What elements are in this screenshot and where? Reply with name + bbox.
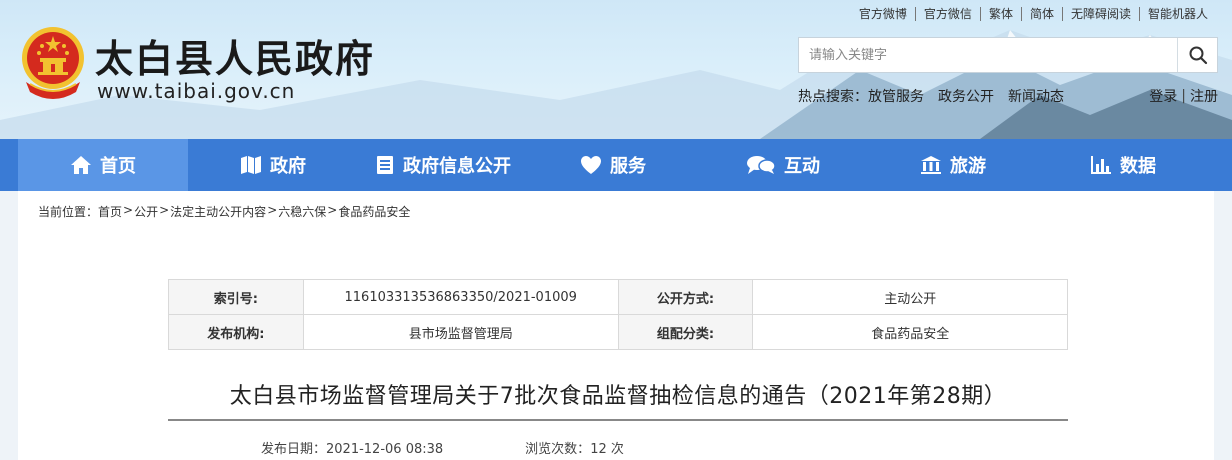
table-row: 发布机构: 县市场监督管理局 组配分类: 食品药品安全 xyxy=(168,314,1068,350)
hot-search-item[interactable]: 放管服务 xyxy=(868,86,924,106)
hot-search-item[interactable]: 新闻动态 xyxy=(1008,86,1064,106)
view-count: 浏览次数：12 次 xyxy=(525,438,624,457)
top-links: 官方微博 官方微信 繁体 简体 无障碍阅读 智能机器人 xyxy=(851,5,1216,22)
nav-item-service[interactable]: 服务 xyxy=(528,139,698,191)
chat-icon xyxy=(746,155,776,175)
breadcrumb: 当前位置： 首页 > 公开 > 法定主动公开内容 > 六稳六保 > 食品药品安全 xyxy=(38,203,410,220)
index-label: 索引号: xyxy=(168,279,304,315)
breadcrumb-arrow: > xyxy=(123,203,134,217)
publish-date: 发布日期：2021-12-06 08:38 xyxy=(261,438,443,457)
site-url: www.taibai.gov.cn xyxy=(97,79,296,103)
open-mode-label: 公开方式: xyxy=(617,279,754,315)
nav-item-interaction[interactable]: 互动 xyxy=(698,139,868,191)
nav-item-label: 服务 xyxy=(610,156,646,177)
hot-search: 热点搜索： 放管服务 政务公开 新闻动态 xyxy=(798,86,1078,106)
breadcrumb-arrow: > xyxy=(159,203,170,217)
article-info: 发布日期：2021-12-06 08:38 浏览次数：12 次 xyxy=(261,438,706,457)
nav-item-info-disclosure[interactable]: 政府信息公开 xyxy=(358,139,528,191)
map-icon xyxy=(240,155,262,175)
nav-item-label: 旅游 xyxy=(950,156,986,177)
category-label: 组配分类: xyxy=(617,314,754,350)
breadcrumb-item[interactable]: 食品药品安全 xyxy=(338,203,410,220)
national-emblem-icon xyxy=(22,27,84,99)
breadcrumb-item[interactable]: 六稳六保 xyxy=(278,203,326,220)
hot-search-label: 热点搜索： xyxy=(798,89,868,105)
site-header: 太白县人民政府 www.taibai.gov.cn 官方微博 官方微信 繁体 简… xyxy=(0,0,1232,139)
login-divider: | xyxy=(1181,88,1186,104)
home-icon xyxy=(70,155,92,175)
breadcrumb-prefix: 当前位置： xyxy=(38,205,99,219)
search-icon xyxy=(1189,46,1207,65)
main-content: 当前位置： 首页 > 公开 > 法定主动公开内容 > 六稳六保 > 食品药品安全… xyxy=(18,191,1214,460)
bar-chart-icon xyxy=(1090,155,1112,175)
nav-item-tourism[interactable]: 旅游 xyxy=(868,139,1038,191)
building-icon xyxy=(920,155,942,175)
nav-item-label: 互动 xyxy=(784,156,820,177)
heart-icon xyxy=(580,155,602,175)
breadcrumb-arrow: > xyxy=(327,203,338,217)
breadcrumb-item[interactable]: 公开 xyxy=(134,203,158,220)
top-link-traditional[interactable]: 繁体 xyxy=(981,5,1021,22)
publish-date-label: 发布日期： xyxy=(261,442,327,457)
open-mode-value: 主动公开 xyxy=(752,279,1068,315)
view-count-value: 12 次 xyxy=(590,442,624,457)
site-title: 太白县人民政府 xyxy=(95,36,376,81)
register-link[interactable]: 注册 xyxy=(1190,86,1218,106)
search-input[interactable] xyxy=(799,38,1177,72)
breadcrumb-item[interactable]: 首页 xyxy=(98,203,122,220)
top-link-weibo[interactable]: 官方微博 xyxy=(851,5,915,22)
table-row: 索引号: 116103313536863350/2021-01009 公开方式:… xyxy=(168,279,1068,315)
title-divider xyxy=(168,419,1068,421)
article-title: 太白县市场监督管理局关于7批次食品监督抽检信息的通告（2021年第28期） xyxy=(229,384,1007,409)
top-link-simplified[interactable]: 简体 xyxy=(1022,5,1062,22)
hot-search-item[interactable]: 政务公开 xyxy=(938,86,994,106)
top-link-robot[interactable]: 智能机器人 xyxy=(1140,5,1216,22)
nav-item-label: 首页 xyxy=(100,156,136,177)
publisher-value: 县市场监督管理局 xyxy=(302,314,619,350)
main-nav: 首页 政府 政府信息公开 服务 互动 旅游 数据 xyxy=(0,139,1232,191)
search-box xyxy=(798,37,1218,73)
nav-item-home[interactable]: 首页 xyxy=(18,139,188,191)
nav-item-label: 政府 xyxy=(270,156,306,177)
nav-item-government[interactable]: 政府 xyxy=(188,139,358,191)
metadata-table: 索引号: 116103313536863350/2021-01009 公开方式:… xyxy=(168,279,1068,350)
nav-item-label: 数据 xyxy=(1120,156,1156,177)
nav-item-label: 政府信息公开 xyxy=(403,156,511,177)
login-link[interactable]: 登录 xyxy=(1149,86,1177,106)
top-link-accessibility[interactable]: 无障碍阅读 xyxy=(1063,5,1139,22)
breadcrumb-item[interactable]: 法定主动公开内容 xyxy=(170,203,266,220)
category-value: 食品药品安全 xyxy=(752,314,1068,350)
document-list-icon xyxy=(375,155,395,175)
view-count-label: 浏览次数： xyxy=(525,442,591,457)
publisher-label: 发布机构: xyxy=(168,314,304,350)
nav-item-data[interactable]: 数据 xyxy=(1038,139,1208,191)
publish-date-value: 2021-12-06 08:38 xyxy=(326,442,444,457)
search-button[interactable] xyxy=(1177,38,1217,72)
index-value: 116103313536863350/2021-01009 xyxy=(302,279,619,315)
top-link-wechat[interactable]: 官方微信 xyxy=(916,5,980,22)
login-area: 登录 | 注册 xyxy=(1149,86,1218,106)
breadcrumb-arrow: > xyxy=(267,203,278,217)
